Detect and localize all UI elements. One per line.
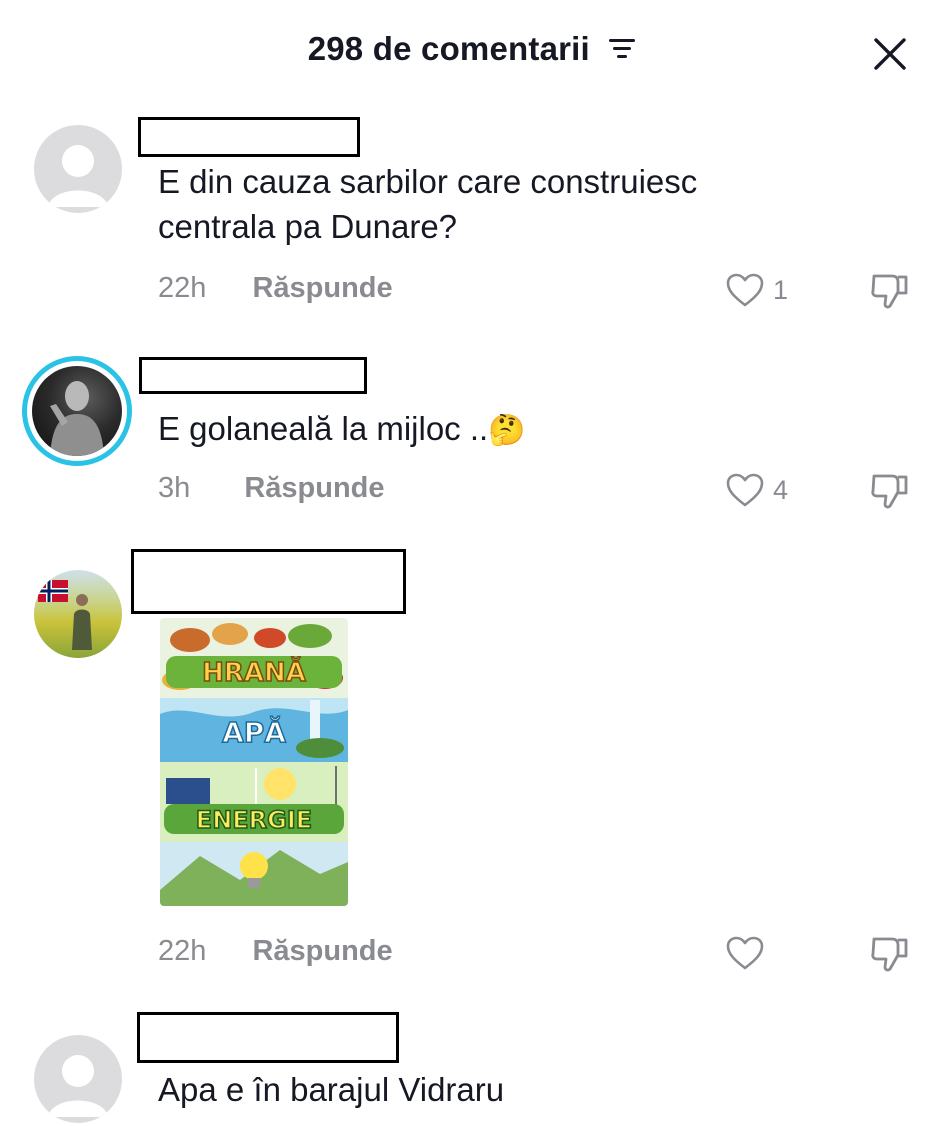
comment-meta: 22h Răspunde	[158, 935, 393, 968]
like-count: 4	[773, 474, 789, 505]
avatar-with-story-ring[interactable]	[22, 356, 132, 466]
redacted-username[interactable]	[137, 1012, 399, 1063]
comment-time: 22h	[158, 935, 207, 967]
norway-flag-icon	[38, 580, 68, 602]
heart-icon	[726, 473, 764, 507]
comments-header: 298 de comentarii	[0, 0, 945, 110]
redacted-username[interactable]	[139, 357, 367, 394]
dislike-button[interactable]	[868, 468, 912, 512]
close-icon[interactable]	[872, 36, 908, 72]
sticker-word: HRANĂ	[202, 656, 306, 688]
reply-button[interactable]: Răspunde	[252, 272, 392, 305]
comment-text: E golaneală la mijloc ..🤔	[158, 406, 526, 453]
avatar-photo	[38, 580, 92, 650]
comment-meta: 3h Răspunde	[158, 472, 385, 505]
sticker-word: ENERGIE	[196, 806, 312, 834]
comments-count-title: 298 de comentarii	[307, 30, 590, 67]
comment-text: Apa e în barajul Vidraru	[158, 1067, 504, 1112]
comment-text-line: E golaneală la mijloc ..	[158, 410, 489, 447]
avatar[interactable]	[34, 125, 122, 213]
comment-time: 3h	[158, 472, 191, 504]
dislike-button[interactable]	[868, 931, 912, 975]
redacted-username[interactable]	[131, 549, 406, 614]
dislike-button[interactable]	[868, 268, 912, 312]
comment-text-line: centrala pa Dunare?	[158, 208, 458, 245]
comment-meta: 22h Răspunde	[158, 272, 393, 305]
thumbs-down-icon	[871, 274, 908, 309]
reply-button[interactable]: Răspunde	[252, 935, 392, 968]
like-count: 1	[773, 274, 789, 305]
default-avatar-icon	[48, 145, 108, 207]
comments-title-row: 298 de comentarii	[0, 30, 945, 68]
thumbs-down-icon	[871, 937, 908, 972]
comment-time: 22h	[158, 272, 207, 304]
heart-icon	[726, 273, 764, 307]
like-button[interactable]	[725, 933, 773, 973]
redacted-username[interactable]	[138, 117, 360, 157]
like-button[interactable]: 4	[725, 470, 788, 510]
comment-text-line: Apa e în barajul Vidraru	[158, 1071, 505, 1108]
reply-button[interactable]: Răspunde	[244, 472, 384, 505]
avatar[interactable]	[34, 1035, 122, 1123]
like-button[interactable]: 1	[725, 270, 788, 310]
sticker-word: APĂ	[222, 715, 286, 749]
sort-lines-icon[interactable]	[607, 30, 637, 68]
default-avatar-icon	[48, 1055, 108, 1117]
avatar[interactable]	[34, 570, 122, 658]
thinking-face-emoji: 🤔	[488, 414, 526, 447]
comment-text-line: E din cauza sarbilor care construiesc	[158, 163, 698, 200]
thumbs-down-icon	[871, 474, 908, 509]
comment-text: E din cauza sarbilor care construiesc ce…	[158, 159, 697, 249]
comment-sticker-image[interactable]: HRANĂ APĂ ENERGIE	[160, 618, 348, 906]
heart-icon	[726, 936, 764, 970]
avatar-photo	[32, 366, 122, 456]
